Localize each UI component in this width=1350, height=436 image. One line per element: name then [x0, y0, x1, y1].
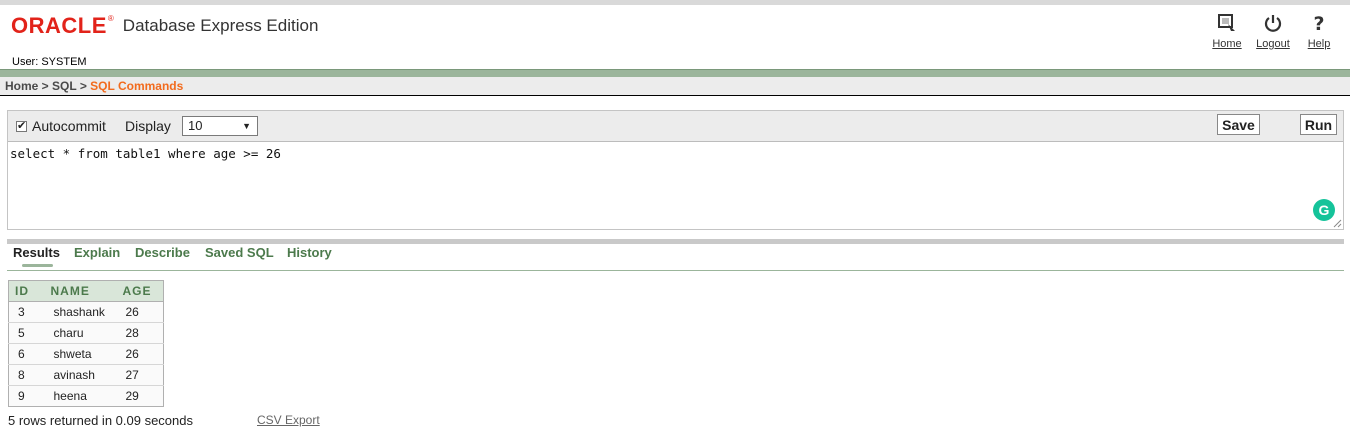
autocommit-label: Autocommit	[32, 118, 106, 134]
autocommit-option[interactable]: Autocommit	[16, 118, 106, 134]
column-header-id: ID	[8, 280, 45, 302]
save-button[interactable]: Save	[1217, 114, 1260, 135]
cell-id: 3	[8, 301, 45, 323]
table-row: 6 shweta 26	[8, 343, 164, 365]
oracle-logo[interactable]: ORACLE ® Database Express Edition	[11, 13, 319, 38]
breadcrumb-sql[interactable]: SQL	[52, 79, 76, 93]
sql-editor[interactable]: select * from table1 where age >= 26 G	[8, 141, 1343, 229]
dropdown-arrow-icon: ▼	[242, 121, 251, 131]
cell-id: 6	[8, 343, 45, 365]
tab-saved-sql[interactable]: Saved SQL	[205, 245, 274, 260]
cell-age: 29	[116, 385, 164, 407]
column-header-name: NAME	[44, 280, 117, 302]
breadcrumb-separator: >	[76, 79, 91, 93]
logo-oracle-text: ORACLE	[11, 13, 107, 38]
cell-name: heena	[44, 385, 117, 407]
cell-name: avinash	[44, 364, 117, 386]
home-link[interactable]: Home	[1204, 12, 1250, 50]
sql-command-panel: Autocommit Display 10 ▼ Save Run select …	[7, 110, 1344, 230]
resize-handle-icon[interactable]	[1333, 219, 1342, 228]
table-row: 9 heena 29	[8, 385, 164, 407]
power-icon	[1264, 15, 1282, 32]
display-rows-select[interactable]: 10 ▼	[182, 116, 258, 136]
cell-name: shweta	[44, 343, 117, 365]
column-header-age: AGE	[116, 280, 164, 302]
tab-history[interactable]: History	[287, 245, 332, 260]
user-label: User: SYSTEM	[12, 56, 87, 68]
active-tab-indicator	[22, 264, 53, 267]
cell-age: 28	[116, 322, 164, 344]
header-green-bar	[0, 69, 1350, 77]
table-header-row: ID NAME AGE	[8, 280, 164, 302]
help-link[interactable]: ? Help	[1296, 12, 1342, 50]
logout-link-label: Logout	[1256, 38, 1290, 50]
cell-id: 9	[8, 385, 45, 407]
rows-returned-status: 5 rows returned in 0.09 seconds	[8, 413, 193, 428]
table-row: 8 avinash 27	[8, 364, 164, 386]
top-links: Home Logout ? Help	[1204, 12, 1342, 50]
cell-age: 27	[116, 364, 164, 386]
svg-text:?: ?	[1313, 13, 1324, 34]
csv-export-link[interactable]: CSV Export	[257, 413, 320, 427]
results-table: ID NAME AGE 3 shashank 26 5 charu 28 6 s…	[8, 280, 164, 407]
cell-age: 26	[116, 343, 164, 365]
logo-registered-mark: ®	[107, 13, 114, 23]
logout-link[interactable]: Logout	[1250, 12, 1296, 50]
run-button[interactable]: Run	[1300, 114, 1337, 135]
grammarly-icon[interactable]: G	[1313, 199, 1335, 221]
header: ORACLE ® Database Express Edition User: …	[0, 5, 1350, 69]
breadcrumb: Home > SQL > SQL Commands	[0, 77, 1350, 96]
display-label: Display	[125, 118, 171, 134]
autocommit-checkbox[interactable]	[16, 119, 27, 132]
tab-describe[interactable]: Describe	[135, 245, 190, 260]
question-icon: ?	[1313, 13, 1324, 34]
table-row: 3 shashank 26	[8, 301, 164, 323]
results-tabs: Results Explain Describe Saved SQL Histo…	[7, 244, 1344, 271]
command-toolbar: Autocommit Display 10 ▼ Save Run	[8, 111, 1343, 141]
cell-name: shashank	[44, 301, 117, 323]
tab-results[interactable]: Results	[13, 245, 60, 260]
cell-age: 26	[116, 301, 164, 323]
cell-id: 8	[8, 364, 45, 386]
table-row: 5 charu 28	[8, 322, 164, 344]
home-link-label: Home	[1212, 38, 1242, 50]
help-link-label: Help	[1307, 38, 1331, 50]
breadcrumb-home[interactable]: Home	[5, 79, 38, 93]
breadcrumb-current: SQL Commands	[90, 79, 184, 93]
home-icon	[1218, 14, 1235, 31]
product-name: Database Express Edition	[122, 16, 319, 35]
cell-name: charu	[44, 322, 117, 344]
display-rows-value: 10	[188, 118, 203, 133]
cell-id: 5	[8, 322, 45, 344]
sql-query-text: select * from table1 where age >= 26	[10, 146, 281, 161]
tab-explain[interactable]: Explain	[74, 245, 120, 260]
breadcrumb-separator: >	[38, 79, 53, 93]
